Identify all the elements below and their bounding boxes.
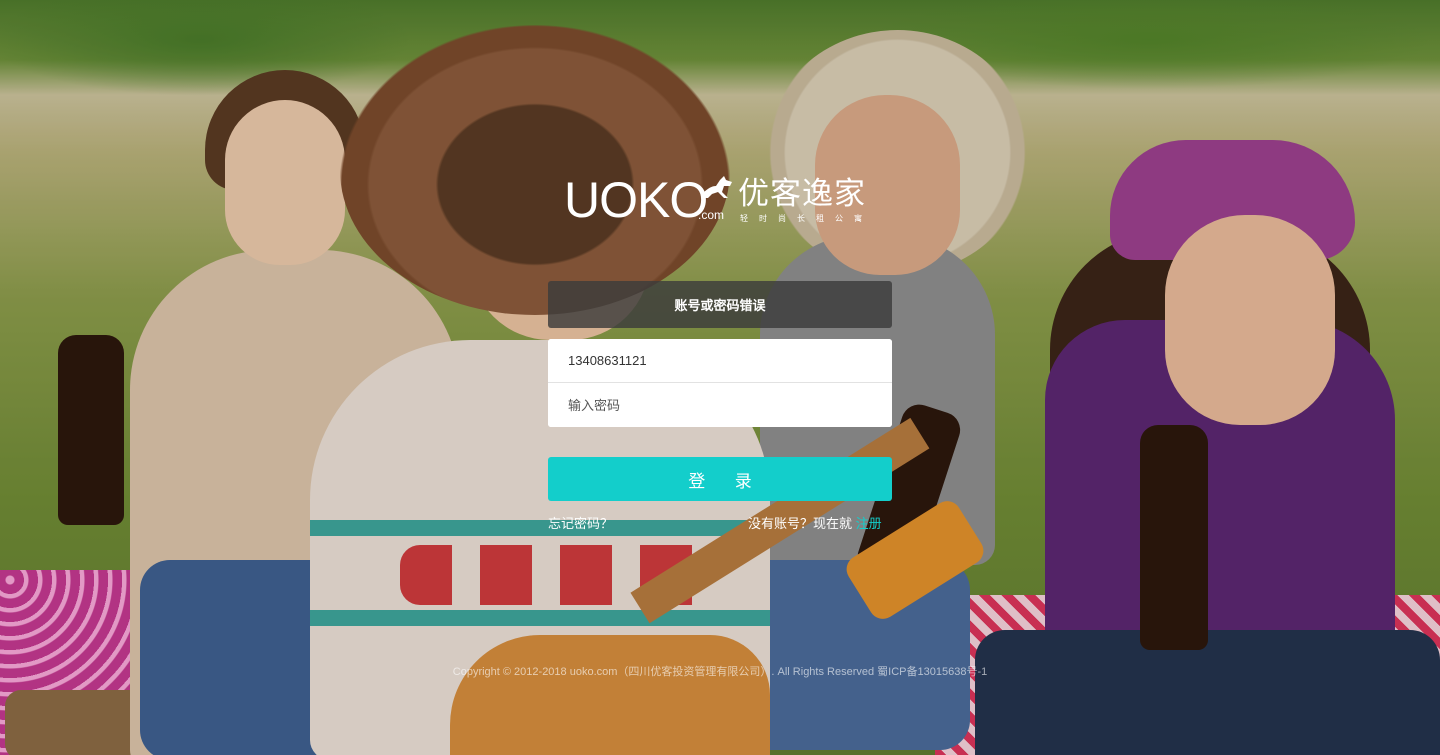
account-input[interactable]	[548, 339, 892, 382]
logo-slogan: 轻时尚长租公寓	[740, 214, 873, 223]
logo-brand-cn: 优客逸家	[738, 176, 866, 212]
logo-brand-en: UOKO	[564, 172, 708, 228]
login-fields	[548, 339, 892, 427]
password-input[interactable]	[548, 382, 892, 427]
uoko-logo: UOKO .com 优客逸家 轻时尚长租公寓	[560, 172, 880, 232]
login-button[interactable]: 登 录	[548, 457, 892, 501]
no-account-text: 没有账号？现在就	[748, 516, 856, 531]
forgot-password-link[interactable]: 忘记密码？	[548, 513, 613, 532]
login-error-banner: 账号或密码错误	[548, 281, 892, 328]
register-link[interactable]: 注册	[856, 516, 882, 531]
register-prompt: 没有账号？现在就 注册	[748, 513, 882, 532]
horse-logo-icon	[702, 176, 732, 198]
logo-dotcom: .com	[698, 208, 725, 222]
copyright-footer: Copyright © 2012-2018 uoko.com（四川优客投资管理有…	[452, 666, 988, 678]
